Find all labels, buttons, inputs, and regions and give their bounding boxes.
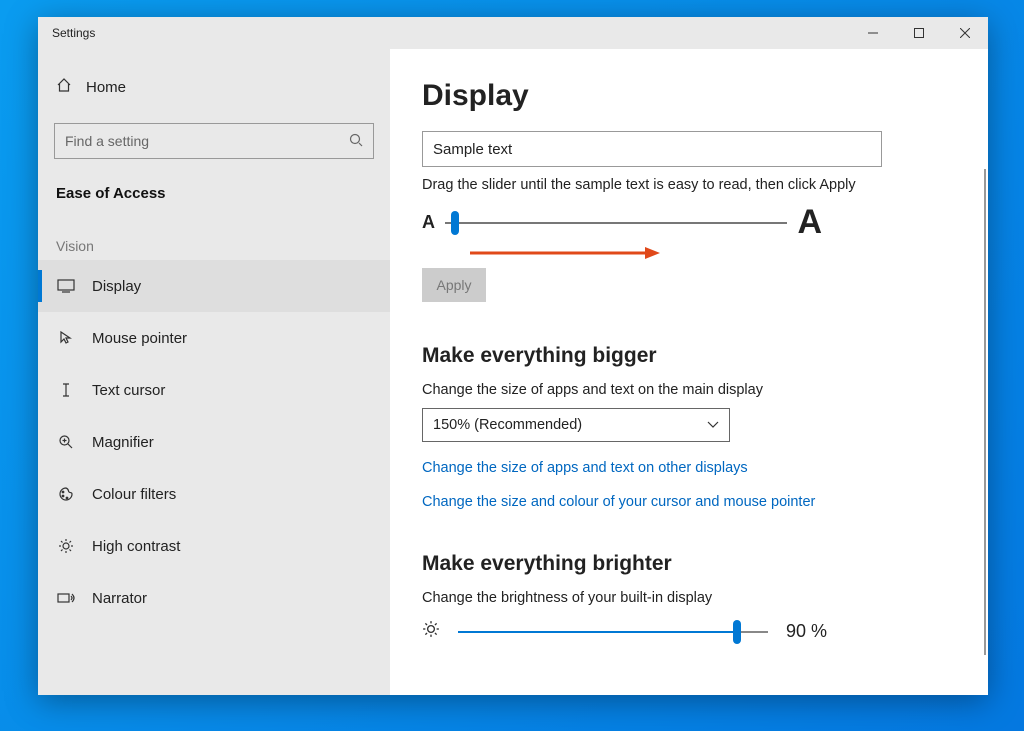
pointer-icon: [56, 330, 76, 346]
home-label: Home: [86, 79, 126, 96]
page-title: Display: [422, 79, 956, 113]
brightness-slider[interactable]: [458, 631, 768, 633]
sidebar-item-display[interactable]: Display: [38, 260, 390, 312]
sidebar: Home Find a setting Ease of Access Visio…: [38, 49, 390, 695]
magnifier-icon: [56, 434, 76, 450]
close-icon: [960, 28, 970, 38]
section-bigger-sub: Change the size of apps and text on the …: [422, 382, 956, 398]
palette-icon: [56, 486, 76, 502]
slider-thumb[interactable]: [451, 211, 459, 235]
apply-label: Apply: [436, 277, 471, 293]
slider-max-label: A: [797, 203, 822, 242]
section-brighter-sub: Change the brightness of your built-in d…: [422, 590, 956, 606]
maximize-icon: [914, 28, 924, 38]
sun-icon: [422, 620, 440, 643]
text-size-slider[interactable]: A A: [422, 203, 822, 242]
close-button[interactable]: [942, 17, 988, 49]
annotation-arrow: [470, 246, 660, 260]
search-input[interactable]: Find a setting: [54, 123, 374, 159]
link-other-displays[interactable]: Change the size of apps and text on othe…: [422, 460, 956, 476]
sidebar-item-colour-filters[interactable]: Colour filters: [38, 468, 390, 520]
window-title: Settings: [52, 26, 95, 40]
search-icon: [349, 133, 363, 150]
sidebar-item-label: Narrator: [92, 590, 147, 607]
monitor-icon: [56, 279, 76, 293]
scrollbar[interactable]: [984, 169, 986, 655]
brightness-thumb[interactable]: [733, 620, 741, 644]
sidebar-item-label: High contrast: [92, 538, 180, 555]
sidebar-item-label: Text cursor: [92, 382, 165, 399]
sample-text-box: Sample text: [422, 131, 882, 167]
brightness-fill: [458, 631, 737, 633]
slider-min-label: A: [422, 212, 435, 233]
sidebar-item-label: Mouse pointer: [92, 330, 187, 347]
sidebar-item-mouse-pointer[interactable]: Mouse pointer: [38, 312, 390, 364]
settings-window: Settings Home Find a setting: [38, 17, 988, 695]
category-label: Ease of Access: [38, 169, 390, 206]
sidebar-item-text-cursor[interactable]: Text cursor: [38, 364, 390, 416]
scale-dropdown[interactable]: 150% (Recommended): [422, 408, 730, 442]
minimize-icon: [868, 28, 878, 38]
narrator-icon: [56, 591, 76, 605]
titlebar: Settings: [38, 17, 988, 49]
slider-track[interactable]: [445, 222, 787, 224]
link-cursor-pointer[interactable]: Change the size and colour of your curso…: [422, 494, 956, 510]
main-panel: Display Sample text Drag the slider unti…: [390, 49, 988, 695]
minimize-button[interactable]: [850, 17, 896, 49]
sidebar-item-high-contrast[interactable]: High contrast: [38, 520, 390, 572]
sidebar-item-magnifier[interactable]: Magnifier: [38, 416, 390, 468]
sidebar-item-narrator[interactable]: Narrator: [38, 572, 390, 624]
sidebar-item-label: Magnifier: [92, 434, 154, 451]
apply-button[interactable]: Apply: [422, 268, 486, 302]
brightness-value: 90 %: [786, 621, 827, 642]
home-icon: [56, 77, 72, 97]
home-nav[interactable]: Home: [38, 67, 390, 107]
text-cursor-icon: [56, 382, 76, 398]
search-placeholder: Find a setting: [65, 133, 149, 149]
scale-value: 150% (Recommended): [433, 417, 582, 433]
section-brighter-title: Make everything brighter: [422, 552, 956, 576]
chevron-down-icon: [707, 417, 719, 433]
slider-hint: Drag the slider until the sample text is…: [422, 177, 956, 193]
maximize-button[interactable]: [896, 17, 942, 49]
sidebar-item-label: Colour filters: [92, 486, 176, 503]
brightness-icon: [56, 538, 76, 554]
section-bigger-title: Make everything bigger: [422, 344, 956, 368]
group-label: Vision: [38, 206, 390, 260]
sidebar-item-label: Display: [92, 278, 141, 295]
sample-text: Sample text: [433, 141, 512, 158]
